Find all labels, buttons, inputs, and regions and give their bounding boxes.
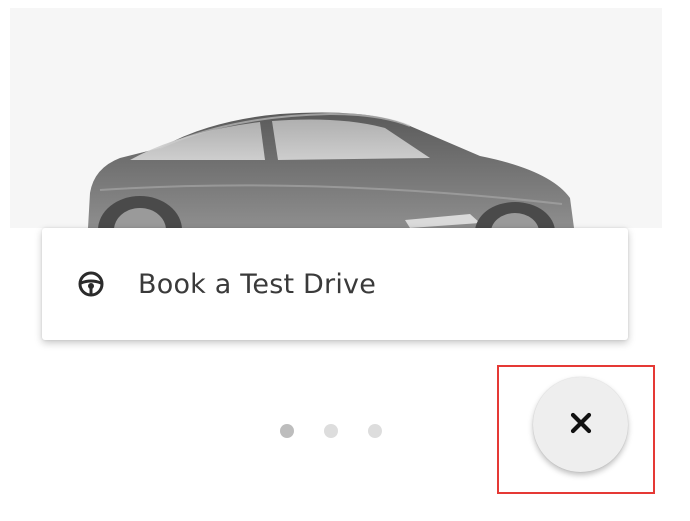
app-screen: Book a Test Drive: [0, 0, 690, 521]
page-dot[interactable]: [368, 424, 382, 438]
close-button[interactable]: [533, 377, 628, 472]
menu-item-book-test-drive[interactable]: Book a Test Drive: [42, 228, 628, 340]
page-dot[interactable]: [324, 424, 338, 438]
car-illustration: [88, 112, 574, 228]
steering-wheel-icon: [78, 271, 104, 297]
pagination-dots: [280, 424, 382, 438]
page-dot[interactable]: [280, 424, 294, 438]
menu-item-label: Book a Test Drive: [138, 268, 377, 300]
car-image: [10, 8, 662, 228]
close-icon: [568, 410, 594, 440]
